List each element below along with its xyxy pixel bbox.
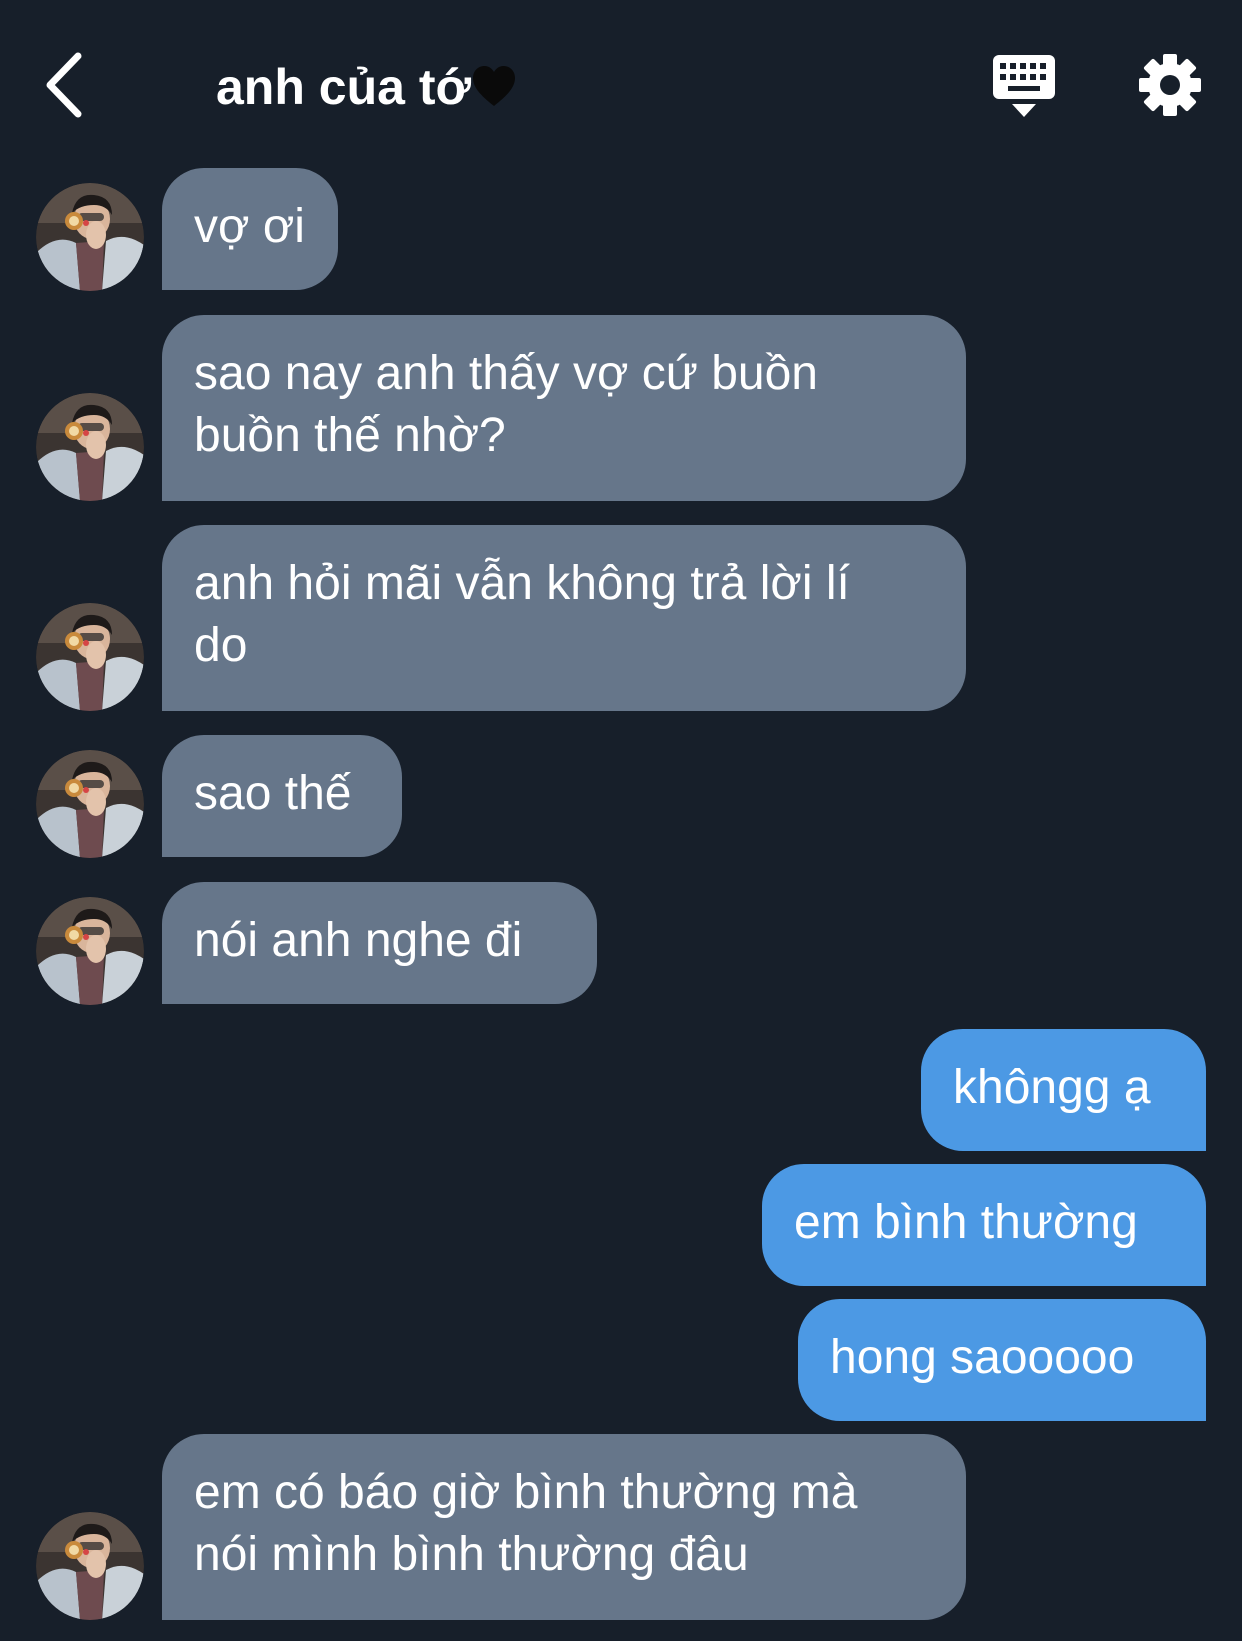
message-text: khôngg ạ	[953, 1061, 1151, 1114]
avatar[interactable]	[36, 393, 144, 501]
message-text: do	[194, 619, 248, 672]
chat-header: anh của tớ	[0, 0, 1242, 160]
avatar[interactable]	[36, 897, 144, 1005]
message-bubble-incoming[interactable]: vợ ơi	[162, 168, 338, 290]
message-bubble-incoming[interactable]: sao nay anh thấy vợ cứ buồn buồn thế nhờ…	[162, 315, 966, 501]
black-heart-icon	[473, 66, 516, 106]
message-bubble-incoming[interactable]: em có báo giờ bình thường mà nói mình bì…	[162, 1434, 966, 1620]
chevron-left-icon	[46, 52, 82, 118]
avatar-photo	[36, 603, 144, 711]
keyboard-hide-button[interactable]	[993, 55, 1055, 119]
avatar-photo	[36, 393, 144, 501]
avatar-photo	[36, 750, 144, 858]
avatar-photo	[36, 1512, 144, 1620]
message-bubble-outgoing[interactable]: em bình thường	[762, 1164, 1206, 1286]
message-bubble-incoming[interactable]: sao thế	[162, 735, 402, 857]
keyboard-hide-icon	[993, 55, 1055, 117]
avatar-photo	[36, 897, 144, 1005]
message-text: em có báo giờ bình thường mà	[194, 1466, 858, 1519]
avatar-photo	[36, 183, 144, 291]
back-button[interactable]	[40, 50, 90, 120]
avatar[interactable]	[36, 603, 144, 711]
message-text: nói mình bình thường đâu	[194, 1528, 749, 1581]
message-bubble-outgoing[interactable]: hong saooooo	[798, 1299, 1206, 1421]
message-text: buồn thế nhờ?	[194, 409, 506, 462]
message-text: vợ ơi	[194, 200, 305, 253]
message-text: hong saooooo	[830, 1331, 1135, 1384]
message-bubble-incoming[interactable]: anh hỏi mãi vẫn không trả lời lí do	[162, 525, 966, 711]
avatar[interactable]	[36, 183, 144, 291]
settings-button[interactable]	[1138, 53, 1202, 117]
avatar[interactable]	[36, 750, 144, 858]
message-text: em bình thường	[794, 1196, 1138, 1249]
message-bubble-incoming[interactable]: nói anh nghe đi	[162, 882, 597, 1004]
message-text: sao thế	[194, 767, 352, 820]
avatar[interactable]	[36, 1512, 144, 1620]
message-text: nói anh nghe đi	[194, 914, 523, 967]
message-text: anh hỏi mãi vẫn không trả lời lí	[194, 557, 850, 610]
chat-title-text: anh của tớ	[216, 59, 472, 115]
message-text: sao nay anh thấy vợ cứ buồn	[194, 347, 818, 400]
gear-icon	[1139, 54, 1201, 116]
chat-title: anh của tớ	[216, 52, 517, 122]
message-bubble-outgoing[interactable]: khôngg ạ	[921, 1029, 1206, 1151]
